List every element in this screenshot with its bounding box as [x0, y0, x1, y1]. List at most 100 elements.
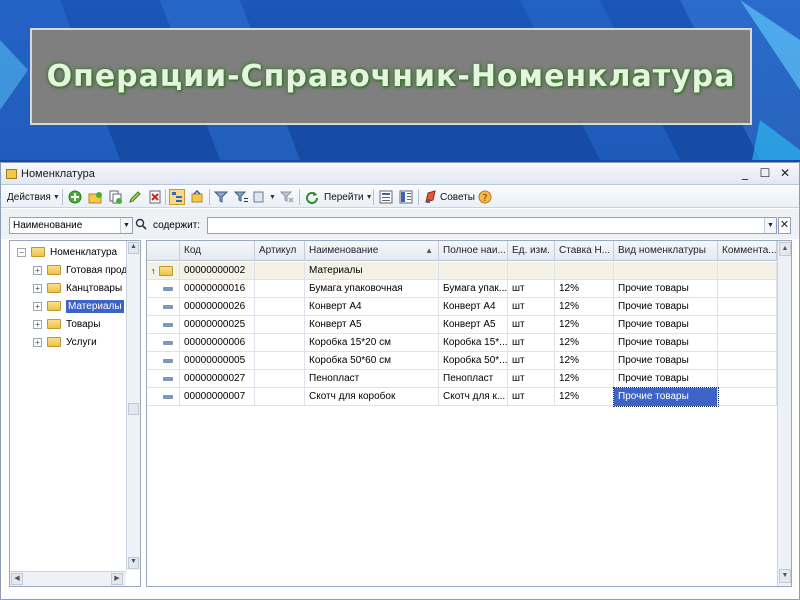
scroll-down-icon[interactable]: ▼ [128, 557, 139, 569]
cell-kind: Прочие товары [614, 334, 718, 352]
expand-icon[interactable]: + [33, 283, 42, 293]
chevron-down-icon[interactable]: ▼ [120, 218, 132, 233]
toolbar-divider [418, 189, 419, 205]
row-icon-cell [147, 388, 180, 406]
tree-mode-icon[interactable] [169, 189, 185, 205]
folder-icon [47, 337, 61, 347]
cell-article [255, 280, 305, 298]
tree-item-selected[interactable]: + Материалы [33, 297, 124, 315]
cell-article [255, 262, 305, 280]
column-header-kind[interactable]: Вид номенклатуры [614, 241, 718, 261]
delete-icon[interactable] [147, 189, 163, 205]
table-row[interactable]: 00000000027 Пенопласт Пенопласт шт 12% П… [147, 370, 777, 388]
tree-item[interactable]: + Товары [33, 315, 100, 333]
tree-item-label: Материалы [66, 299, 124, 313]
filter-bar: Наименование ▼ содержит: ▼ ✕ [1, 209, 799, 239]
clear-filter-button[interactable]: ✕ [778, 217, 791, 234]
cell-kind: Прочие товары [614, 316, 718, 334]
close-button[interactable]: ✕ [777, 165, 793, 182]
chevron-down-icon[interactable]: ▼ [764, 218, 776, 233]
copy-icon[interactable] [107, 189, 123, 205]
table-row-selected[interactable]: 00000000007 Скотч для коробок Скотч для … [147, 387, 777, 407]
expand-icon[interactable]: + [33, 319, 42, 329]
cell-article [255, 334, 305, 352]
tree-item[interactable]: + Канцтовары [33, 279, 122, 297]
column-header-vat[interactable]: Ставка Н... [555, 241, 614, 261]
scroll-thumb[interactable] [128, 403, 139, 415]
table-row[interactable]: 00000000016 Бумага упаковочная Бумага уп… [147, 280, 777, 298]
scroll-down-icon[interactable]: ▼ [779, 569, 791, 583]
item-icon [163, 287, 173, 291]
table-row[interactable]: 00000000006 Коробка 15*20 см Коробка 15*… [147, 334, 777, 352]
table-row-group[interactable]: ↑ 00000000002 Материалы [147, 262, 777, 280]
cell-kind-selected[interactable]: Прочие товары [613, 387, 719, 407]
row-icon-cell [147, 370, 180, 388]
filter-list-icon[interactable] [233, 189, 249, 205]
column-header-unit[interactable]: Ед. изм. [508, 241, 555, 261]
sort-ascending-icon: ▲ [425, 246, 433, 255]
tree-root[interactable]: − Номенклатура [17, 243, 117, 261]
cell-vat: 12% [555, 370, 614, 388]
table-row[interactable]: 00000000025 Конверт А5 Конверт А5 шт 12%… [147, 316, 777, 334]
filter-icon[interactable] [213, 189, 229, 205]
scroll-up-icon[interactable]: ▲ [779, 242, 791, 256]
search-icon[interactable] [135, 218, 147, 232]
maximize-button[interactable]: ☐ [757, 165, 773, 182]
expand-icon[interactable]: + [33, 265, 42, 275]
tree-horizontal-scrollbar[interactable]: ◀ ▶ [10, 571, 126, 586]
folder-icon [47, 319, 61, 329]
toolbar-divider [165, 189, 166, 205]
help-icon[interactable]: ? [477, 189, 493, 205]
table-vertical-scrollbar[interactable]: ▲ ▼ [777, 241, 791, 586]
table-row[interactable]: 00000000026 Конверт А4 Конверт А4 шт 12%… [147, 298, 777, 316]
hierarchy-icon[interactable] [189, 189, 205, 205]
tips-label: Советы [440, 191, 475, 203]
add-group-icon[interactable] [87, 189, 103, 205]
folder-tree: − Номенклатура + Готовая прод + Канцтова… [9, 240, 141, 587]
columns-icon[interactable] [398, 189, 414, 205]
cell-comment [718, 388, 777, 406]
folder-icon [31, 247, 45, 257]
tree-item[interactable]: + Услуги [33, 333, 97, 351]
window-title: Номенклатура [21, 168, 95, 180]
scroll-left-icon[interactable]: ◀ [11, 573, 23, 585]
toolbar-divider [373, 189, 374, 205]
column-header-code[interactable]: Код [180, 241, 255, 261]
tree-item[interactable]: + Готовая прод [33, 261, 127, 279]
expand-icon[interactable]: + [33, 301, 42, 311]
add-icon[interactable] [67, 189, 83, 205]
sort-menu-button[interactable]: ▼ [253, 189, 276, 205]
cell-name: Скотч для коробок [305, 388, 439, 406]
actions-menu-button[interactable]: Действия ▼ [7, 189, 60, 205]
scroll-right-icon[interactable]: ▶ [111, 573, 123, 585]
filter-field-select[interactable]: Наименование ▼ [9, 217, 133, 234]
cell-comment [718, 262, 777, 280]
items-table: Код Артикул Наименование ▲ Полное наи...… [146, 240, 792, 587]
row-icon-cell [147, 298, 180, 316]
row-icon-cell: ↑ [147, 262, 180, 280]
cell-name: Коробка 50*60 см [305, 352, 439, 370]
folder-icon [47, 283, 61, 293]
cell-kind [614, 262, 718, 280]
row-icon-cell [147, 316, 180, 334]
table-row[interactable]: 00000000005 Коробка 50*60 см Коробка 50*… [147, 352, 777, 370]
tips-button[interactable]: Советы [423, 189, 475, 205]
cell-comment [718, 352, 777, 370]
collapse-icon[interactable]: − [17, 247, 26, 257]
cell-name: Конверт А5 [305, 316, 439, 334]
edit-icon[interactable] [127, 189, 143, 205]
expand-icon[interactable]: + [33, 337, 42, 347]
scroll-up-icon[interactable]: ▲ [128, 242, 139, 254]
list-icon[interactable] [378, 189, 394, 205]
column-header-comment[interactable]: Коммента... [718, 241, 777, 261]
cell-full-name: Коробка 15*... [439, 334, 508, 352]
goto-menu-button[interactable]: Перейти ▼ [305, 189, 373, 205]
column-header-article[interactable]: Артикул [255, 241, 305, 261]
tree-vertical-scrollbar[interactable]: ▲ ▼ [126, 241, 140, 570]
folder-icon [47, 301, 61, 311]
column-header-name[interactable]: Наименование ▲ [305, 241, 439, 261]
column-header-full-name[interactable]: Полное наи... [439, 241, 508, 261]
clear-filter-icon[interactable] [279, 189, 295, 205]
contains-input[interactable]: ▼ [207, 217, 777, 234]
minimize-button[interactable]: _ [737, 165, 753, 182]
